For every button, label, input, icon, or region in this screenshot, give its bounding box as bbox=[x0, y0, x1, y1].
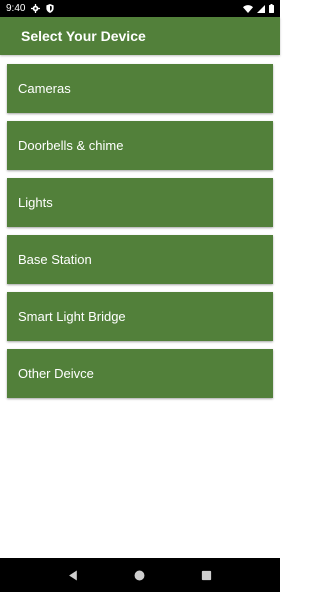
app-bar: Select Your Device bbox=[0, 17, 280, 55]
back-icon[interactable] bbox=[68, 570, 79, 581]
system-nav-bar bbox=[0, 558, 280, 592]
status-left: 9:40 bbox=[6, 3, 55, 14]
device-item-label: Other Deivce bbox=[18, 366, 94, 381]
device-item-label: Doorbells & chime bbox=[18, 138, 124, 153]
device-item-other-device[interactable]: Other Deivce bbox=[7, 349, 273, 398]
device-item-base-station[interactable]: Base Station bbox=[7, 235, 273, 284]
device-item-smart-light-bridge[interactable]: Smart Light Bridge bbox=[7, 292, 273, 341]
recents-icon[interactable] bbox=[201, 570, 212, 581]
status-time: 9:40 bbox=[6, 3, 26, 14]
status-right bbox=[243, 4, 274, 13]
home-icon[interactable] bbox=[134, 570, 145, 581]
gear-icon bbox=[31, 4, 41, 13]
wifi-icon bbox=[243, 4, 253, 13]
signal-icon bbox=[257, 4, 265, 13]
battery-icon bbox=[269, 4, 274, 13]
device-list: Cameras Doorbells & chime Lights Base St… bbox=[7, 64, 273, 406]
page-title: Select Your Device bbox=[21, 28, 146, 44]
device-item-lights[interactable]: Lights bbox=[7, 178, 273, 227]
screen: 9:40 Select Your Device Cameras Doorbell… bbox=[0, 0, 280, 592]
device-item-label: Cameras bbox=[18, 81, 71, 96]
device-item-label: Lights bbox=[18, 195, 53, 210]
shield-icon bbox=[46, 4, 55, 13]
device-item-label: Smart Light Bridge bbox=[18, 309, 126, 324]
device-item-cameras[interactable]: Cameras bbox=[7, 64, 273, 113]
status-bar: 9:40 bbox=[0, 0, 280, 17]
device-item-doorbells-chime[interactable]: Doorbells & chime bbox=[7, 121, 273, 170]
device-item-label: Base Station bbox=[18, 252, 92, 267]
